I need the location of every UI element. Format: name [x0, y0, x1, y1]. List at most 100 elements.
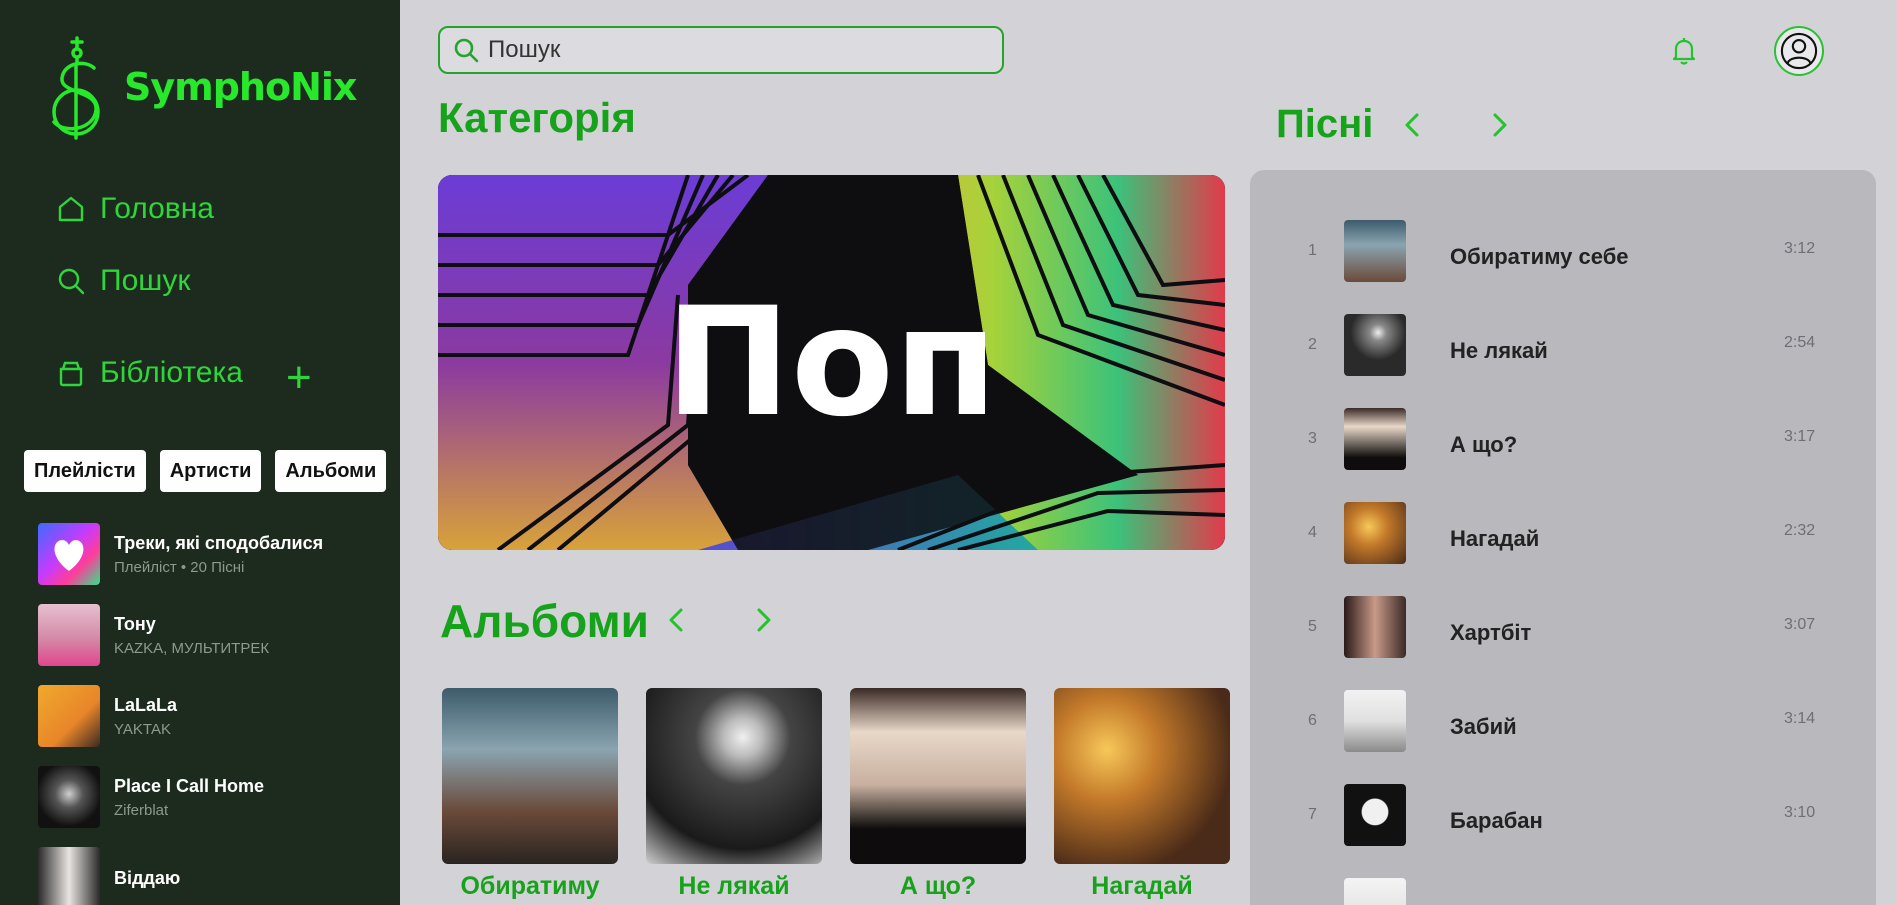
list-item-subtitle: YAKTAK: [114, 720, 171, 738]
song-row[interactable]: 4 Нагадай 2:32: [1250, 502, 1876, 566]
song-duration: 3:17: [1784, 428, 1816, 445]
album-title: А що?: [899, 872, 977, 900]
search-input[interactable]: [488, 36, 968, 64]
album-card[interactable]: Не лякай: [646, 688, 822, 901]
filter-artists[interactable]: Артисти: [159, 450, 262, 492]
banner-label: Поп: [665, 275, 998, 450]
song-row[interactable]: 7 Барабан 3:10: [1250, 784, 1876, 848]
list-item[interactable]: Віддаю: [38, 847, 388, 905]
home-icon: [58, 196, 84, 222]
user-icon: [1780, 32, 1818, 70]
list-item[interactable]: Place I Call Home Ziferblat: [38, 766, 388, 828]
song-row[interactable]: 3 А що? 3:17: [1250, 408, 1876, 472]
songs-next-arrow-icon[interactable]: [1484, 110, 1514, 140]
album-cover: [38, 604, 100, 666]
song-row[interactable]: 1 Обиратиму себе 3:12: [1250, 220, 1876, 284]
filter-playlists[interactable]: Плейлісти: [24, 450, 146, 492]
song-duration: 3:12: [1784, 240, 1816, 257]
song-duration: 2:54: [1784, 334, 1816, 351]
song-duration: 2:32: [1784, 522, 1816, 539]
song-title: Обиратиму себе: [1450, 244, 1629, 269]
songs-heading: Пісні: [1276, 102, 1374, 146]
library-filters: Плейлісти Артисти Альбоми: [24, 450, 387, 492]
library-list: Треки, які сподобалися Плейліст • 20 Піс…: [38, 523, 388, 905]
sidebar: SymphoNix Головна Пошук Бібліотека + Пле…: [0, 0, 400, 905]
filter-albums[interactable]: Альбоми: [275, 450, 387, 492]
songs-prev-arrow-icon[interactable]: [1398, 110, 1428, 140]
list-item[interactable]: Тону KAZKA, МУЛЬТИТРЕК: [38, 604, 388, 666]
song-title: Нагадай: [1450, 526, 1540, 551]
list-item-subtitle: Плейліст • 20 Пісні: [114, 558, 245, 576]
song-row[interactable]: 6 Забий 3:14: [1250, 690, 1876, 754]
song-title: Барабан: [1450, 808, 1543, 833]
song-row[interactable]: 2 Не лякай 2:54: [1250, 314, 1876, 378]
list-item[interactable]: LaLaLa YAKTAK: [38, 685, 388, 747]
song-duration: 3:10: [1784, 804, 1816, 821]
nav-library-label: Бібліотека: [100, 356, 243, 389]
song-number: 2: [1308, 336, 1317, 353]
search-bar[interactable]: [438, 26, 1004, 74]
heart-icon: [54, 540, 84, 571]
library-icon: [59, 361, 83, 387]
song-title: А що?: [1450, 432, 1518, 457]
songs-panel: 1 Обиратиму себе 3:12 2 Не лякай 2:54 3 …: [1250, 170, 1876, 905]
nav-home[interactable]: Головна: [56, 192, 214, 226]
song-cover: [1344, 596, 1406, 658]
album-title: Не лякай: [678, 872, 790, 900]
song-title: Забий: [1450, 714, 1517, 739]
notification-bell-icon[interactable]: [1670, 36, 1698, 66]
song-number: 1: [1308, 242, 1317, 259]
song-cover: [1344, 502, 1406, 564]
song-cover: [1344, 220, 1406, 282]
add-to-library-button[interactable]: +: [286, 356, 312, 400]
app-logo[interactable]: SymphoNix: [46, 34, 357, 140]
nav-library[interactable]: Бібліотека: [56, 356, 243, 390]
app-name: SymphoNix: [124, 65, 357, 109]
search-icon: [454, 38, 479, 63]
album-card[interactable]: Нагадай: [1054, 688, 1230, 901]
song-number: 6: [1308, 712, 1317, 729]
albums-next-arrow-icon[interactable]: [748, 605, 778, 635]
song-cover: [1344, 784, 1406, 846]
song-number: 7: [1308, 806, 1317, 823]
song-cover: [1344, 408, 1406, 470]
list-item-title: Тону: [114, 613, 156, 634]
album-card[interactable]: Обиратиму: [442, 688, 618, 901]
album-cover: [1054, 688, 1230, 864]
list-item[interactable]: Треки, які сподобалися Плейліст • 20 Піс…: [38, 523, 388, 585]
nav-home-label: Головна: [100, 192, 214, 225]
list-item-subtitle: KAZKA, МУЛЬТИТРЕК: [114, 639, 270, 657]
song-row[interactable]: [1250, 878, 1876, 905]
album-cover: [646, 688, 822, 864]
song-duration: 3:14: [1784, 710, 1816, 727]
song-number: 5: [1308, 618, 1317, 635]
list-item-title: Віддаю: [114, 867, 181, 888]
album-cover: [850, 688, 1026, 864]
albums-carousel: Обиратиму Не лякай А що? Нагадай: [442, 688, 1230, 901]
song-number: 3: [1308, 430, 1317, 447]
nav-search[interactable]: Пошук: [56, 264, 190, 298]
song-cover: [1344, 878, 1406, 905]
list-item-subtitle: Ziferblat: [114, 801, 169, 819]
category-heading: Категорія: [438, 94, 636, 141]
list-item-title: LaLaLa: [114, 694, 178, 715]
user-avatar[interactable]: [1774, 26, 1824, 76]
album-card[interactable]: А що?: [850, 688, 1026, 901]
album-cover: [38, 847, 100, 905]
song-row[interactable]: 5 Хартбіт 3:07: [1250, 596, 1876, 660]
album-title: Обиратиму: [460, 872, 600, 900]
list-item-title: Place I Call Home: [114, 775, 265, 796]
album-title: Нагадай: [1091, 872, 1193, 900]
album-cover: [38, 685, 100, 747]
albums-heading: Альбоми: [440, 595, 649, 647]
album-cover: [38, 766, 100, 828]
albums-prev-arrow-icon[interactable]: [662, 605, 692, 635]
nav-search-label: Пошук: [100, 264, 191, 297]
logo-icon: [52, 36, 100, 140]
song-cover: [1344, 314, 1406, 376]
category-banner[interactable]: Поп: [438, 175, 1225, 550]
song-duration: 3:07: [1784, 616, 1816, 633]
song-title: Хартбіт: [1450, 620, 1532, 645]
list-item-title: Треки, які сподобалися: [114, 532, 324, 553]
song-title: Не лякай: [1450, 338, 1548, 363]
